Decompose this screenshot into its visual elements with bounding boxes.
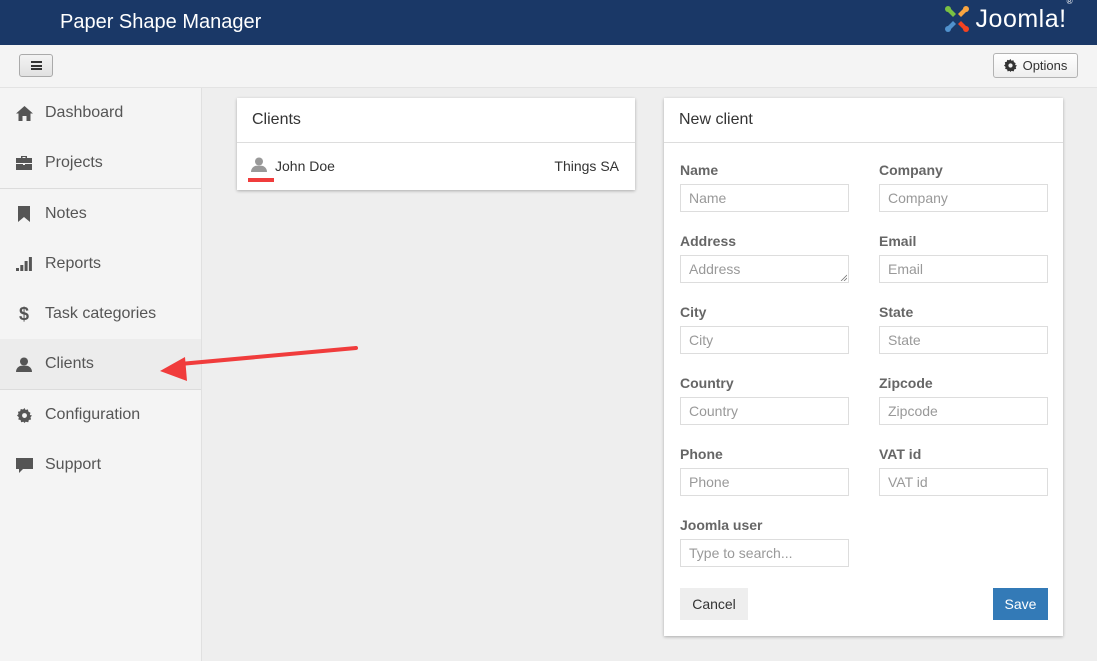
gear-icon bbox=[1003, 59, 1017, 72]
clients-panel: Clients John Doe Things SA bbox=[237, 98, 635, 190]
client-name: John Doe bbox=[275, 158, 335, 174]
city-field-group: City bbox=[680, 304, 849, 354]
new-client-panel-title: New client bbox=[664, 98, 1063, 143]
registered-mark: ® bbox=[1066, 0, 1073, 6]
address-field-group: Address bbox=[680, 233, 849, 283]
bookmark-icon bbox=[15, 205, 33, 223]
zipcode-field-group: Zipcode bbox=[879, 375, 1048, 425]
name-field-group: Name bbox=[680, 162, 849, 212]
gear-icon bbox=[15, 406, 33, 424]
sidebar-item-label: Support bbox=[45, 456, 102, 473]
joomla-user-field-group: Joomla user bbox=[680, 517, 849, 567]
city-input[interactable] bbox=[680, 326, 849, 354]
sidebar-item-label: Reports bbox=[45, 255, 102, 272]
sidebar-item-configuration[interactable]: Configuration bbox=[0, 390, 201, 440]
zipcode-input[interactable] bbox=[879, 397, 1048, 425]
phone-label: Phone bbox=[680, 446, 723, 462]
sidebar-item-label: Task categories bbox=[45, 305, 157, 322]
cancel-button[interactable]: Cancel bbox=[680, 588, 748, 620]
sidebar-item-label: Notes bbox=[45, 205, 87, 222]
top-bar: Paper Shape Manager Joomla!® bbox=[0, 0, 1097, 45]
joomla-logo[interactable]: Joomla!® bbox=[942, 0, 1073, 34]
comment-icon bbox=[15, 456, 33, 474]
phone-input[interactable] bbox=[680, 468, 849, 496]
sidebar-item-label: Projects bbox=[45, 154, 103, 171]
sidebar: Dashboard Projects Notes Reports $ Task … bbox=[0, 88, 202, 661]
name-input[interactable] bbox=[680, 184, 849, 212]
dollar-icon: $ bbox=[18, 303, 29, 324]
email-input[interactable] bbox=[879, 255, 1048, 283]
company-input[interactable] bbox=[879, 184, 1048, 212]
user-icon bbox=[251, 157, 269, 175]
joomla-mark-icon bbox=[944, 6, 969, 32]
email-label: Email bbox=[879, 233, 917, 249]
sidebar-item-support[interactable]: Support bbox=[0, 440, 201, 490]
company-field-group: Company bbox=[879, 162, 1048, 212]
sidebar-item-dashboard[interactable]: Dashboard bbox=[0, 88, 201, 138]
client-company: Things SA bbox=[554, 158, 619, 174]
vat-id-input[interactable] bbox=[879, 468, 1048, 496]
joomla-logo-mark: ! bbox=[1059, 4, 1067, 33]
country-field-group: Country bbox=[680, 375, 849, 425]
options-button[interactable]: Options bbox=[993, 53, 1078, 78]
sidebar-item-notes[interactable]: Notes bbox=[0, 189, 201, 239]
hamburger-icon bbox=[30, 61, 42, 70]
clients-panel-title: Clients bbox=[237, 98, 635, 143]
sidebar-toggle-button[interactable] bbox=[19, 54, 53, 77]
home-icon bbox=[15, 104, 33, 122]
country-input[interactable] bbox=[680, 397, 849, 425]
client-row[interactable]: John Doe Things SA bbox=[237, 143, 635, 189]
toolbar: Options bbox=[0, 45, 1097, 88]
email-field-group: Email bbox=[879, 233, 1048, 283]
address-textarea[interactable] bbox=[680, 255, 849, 283]
company-label: Company bbox=[879, 162, 943, 178]
state-label: State bbox=[879, 304, 914, 320]
joomla-user-label: Joomla user bbox=[680, 517, 763, 533]
city-label: City bbox=[680, 304, 707, 320]
phone-field-group: Phone bbox=[680, 446, 849, 496]
joomla-user-search-input[interactable] bbox=[680, 539, 849, 567]
new-client-panel: New client Name Company Address Email Ci… bbox=[664, 98, 1063, 636]
sidebar-item-reports[interactable]: Reports bbox=[0, 239, 201, 289]
sidebar-item-clients[interactable]: Clients bbox=[0, 339, 201, 389]
signal-bars-icon bbox=[15, 255, 33, 273]
state-input[interactable] bbox=[879, 326, 1048, 354]
sidebar-item-projects[interactable]: Projects bbox=[0, 138, 201, 188]
sidebar-item-label: Dashboard bbox=[45, 104, 124, 121]
sidebar-item-label: Clients bbox=[45, 355, 94, 372]
name-label: Name bbox=[680, 162, 719, 178]
annotation-underline bbox=[248, 178, 274, 182]
save-button[interactable]: Save bbox=[993, 588, 1048, 620]
zipcode-label: Zipcode bbox=[879, 375, 933, 391]
briefcase-icon bbox=[15, 154, 33, 172]
user-icon bbox=[15, 355, 33, 373]
address-label: Address bbox=[680, 233, 737, 249]
joomla-logo-word: Joomla bbox=[975, 4, 1060, 33]
options-button-label: Options bbox=[1022, 58, 1068, 73]
state-field-group: State bbox=[879, 304, 1048, 354]
resize-handle-icon[interactable] bbox=[840, 274, 847, 281]
sidebar-item-label: Configuration bbox=[45, 406, 141, 423]
sidebar-item-task-categories[interactable]: $ Task categories bbox=[0, 289, 201, 339]
country-label: Country bbox=[680, 375, 734, 391]
vat-id-field-group: VAT id bbox=[879, 446, 1048, 496]
vat-id-label: VAT id bbox=[879, 446, 922, 462]
app-title: Paper Shape Manager bbox=[60, 11, 262, 33]
